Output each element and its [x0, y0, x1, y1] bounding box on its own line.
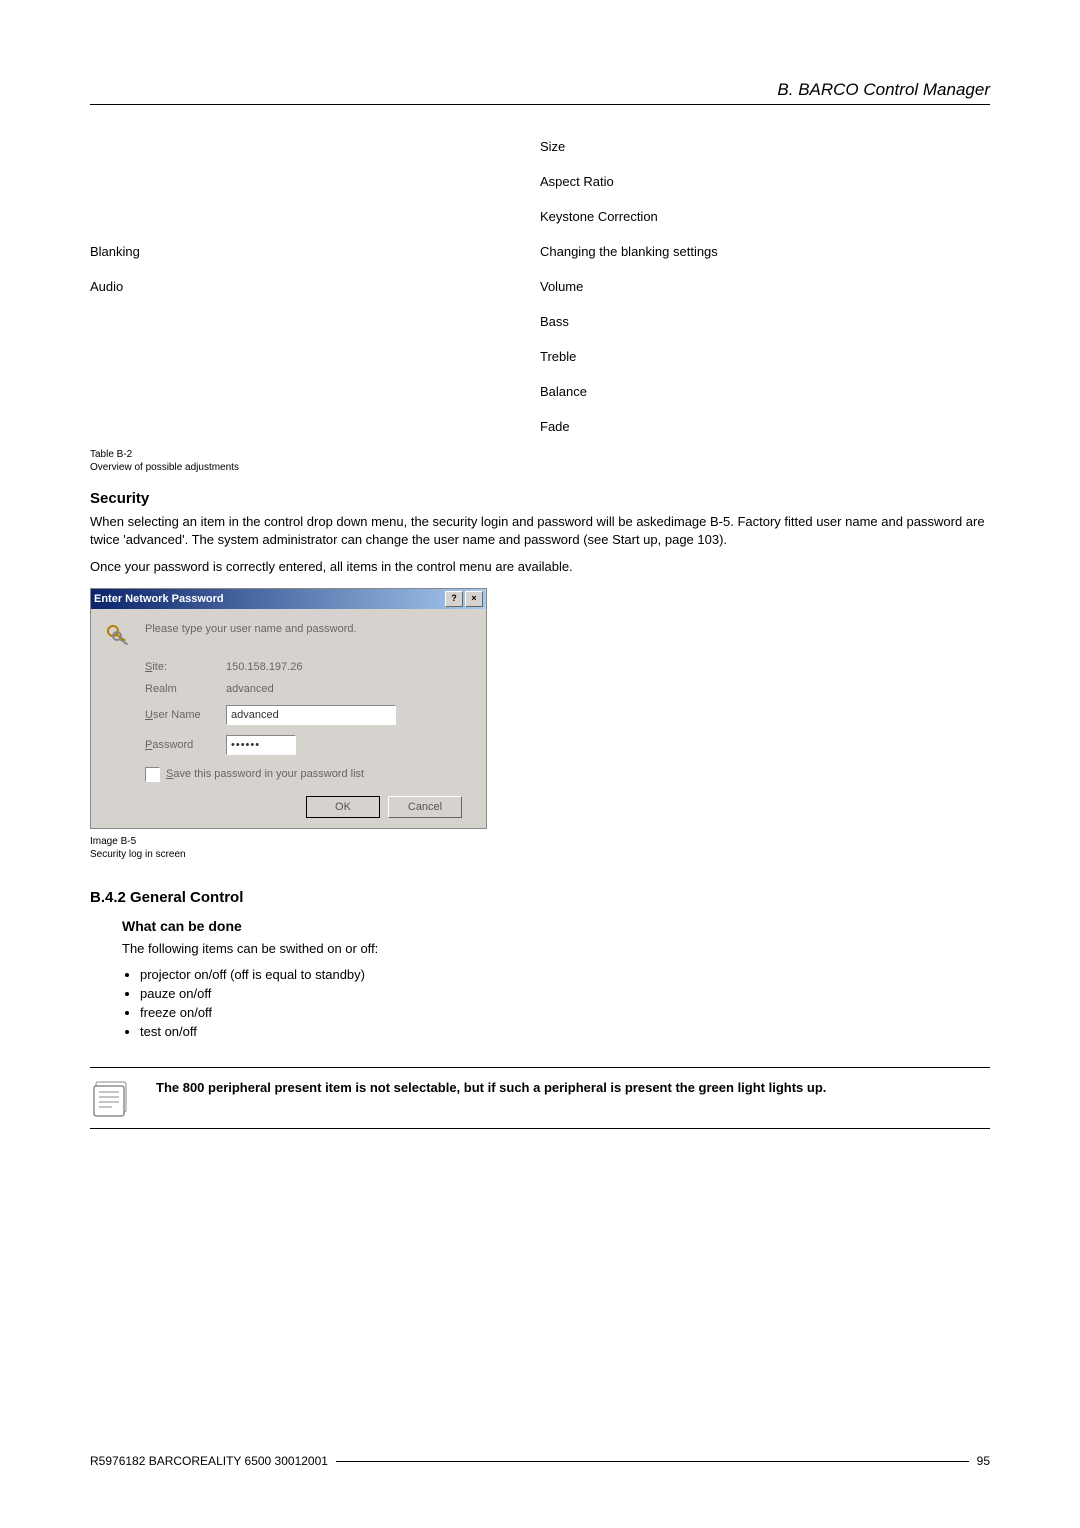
bullet-list: projector on/off (off is equal to standb…: [122, 967, 990, 1039]
caption-line: Overview of possible adjustments: [90, 461, 990, 474]
dialog-prompt: Please type your user name and password.: [145, 623, 357, 635]
table-cell: Bass: [540, 304, 990, 339]
footer-rule: [336, 1461, 969, 1462]
image-caption: Image B-5 Security log in screen: [90, 835, 990, 861]
table-cell: Keystone Correction: [540, 199, 990, 234]
list-item: test on/off: [140, 1024, 990, 1039]
table-cell: Blanking: [90, 234, 540, 269]
username-label: User NameUser Name: [145, 709, 220, 721]
dialog-titlebar: Enter Network Password ? ×: [91, 589, 486, 609]
caption-line: Security log in screen: [90, 848, 990, 861]
table-cell: [90, 409, 540, 444]
password-label: PasswordPassword: [145, 739, 220, 751]
table-cell: [90, 339, 540, 374]
password-field[interactable]: [226, 735, 296, 755]
close-button[interactable]: ×: [465, 591, 483, 607]
table-cell: Fade: [540, 409, 990, 444]
page-number: 95: [977, 1454, 990, 1468]
page-footer: R5976182 BARCOREALITY 6500 30012001 95: [90, 1454, 990, 1468]
caption-line: Table B-2: [90, 448, 990, 461]
note-text: The 800 peripheral present item is not s…: [156, 1078, 990, 1095]
table-cell: Treble: [540, 339, 990, 374]
realm-value: advanced: [226, 683, 472, 695]
table-cell: [90, 129, 540, 164]
note-box: The 800 peripheral present item is not s…: [90, 1067, 990, 1129]
list-item: pauze on/off: [140, 986, 990, 1001]
password-dialog: Enter Network Password ? × Please type y…: [90, 588, 487, 829]
table-cell: [90, 199, 540, 234]
note-icon: [90, 1078, 134, 1118]
username-field[interactable]: [226, 705, 396, 725]
table-cell: Audio: [90, 269, 540, 304]
footer-left: R5976182 BARCOREALITY 6500 30012001: [90, 1454, 328, 1468]
table-cell: Volume: [540, 269, 990, 304]
general-control-heading: B.4.2 General Control: [90, 889, 990, 906]
keys-icon: [105, 623, 133, 651]
table-cell: Balance: [540, 374, 990, 409]
body-paragraph: Once your password is correctly entered,…: [90, 558, 990, 576]
what-can-be-done-heading: What can be done: [122, 918, 990, 934]
ok-button[interactable]: OK: [306, 796, 380, 818]
site-label: SSite:ite:: [145, 661, 220, 673]
site-value: 150.158.197.26: [226, 661, 472, 673]
realm-label: Realm: [145, 683, 220, 695]
save-password-checkbox[interactable]: [145, 767, 160, 782]
save-password-label: Save this password in your password list…: [166, 768, 364, 780]
caption-line: Image B-5: [90, 835, 990, 848]
table-cell: [90, 374, 540, 409]
table-cell: Aspect Ratio: [540, 164, 990, 199]
cancel-button[interactable]: Cancel: [388, 796, 462, 818]
page-header: B. BARCO Control Manager: [90, 80, 990, 105]
adjustments-table: Size Aspect Ratio Keystone Correction Bl…: [90, 129, 990, 444]
security-heading: Security: [90, 490, 990, 507]
table-cell: [90, 164, 540, 199]
dialog-title: Enter Network Password: [94, 593, 443, 605]
table-cell: Size: [540, 129, 990, 164]
table-caption: Table B-2 Overview of possible adjustmen…: [90, 448, 990, 474]
table-cell: [90, 304, 540, 339]
help-button[interactable]: ?: [445, 591, 463, 607]
table-cell: Changing the blanking settings: [540, 234, 990, 269]
body-paragraph: When selecting an item in the control dr…: [90, 513, 990, 548]
list-item: freeze on/off: [140, 1005, 990, 1020]
body-paragraph: The following items can be swithed on or…: [122, 940, 990, 958]
list-item: projector on/off (off is equal to standb…: [140, 967, 990, 982]
